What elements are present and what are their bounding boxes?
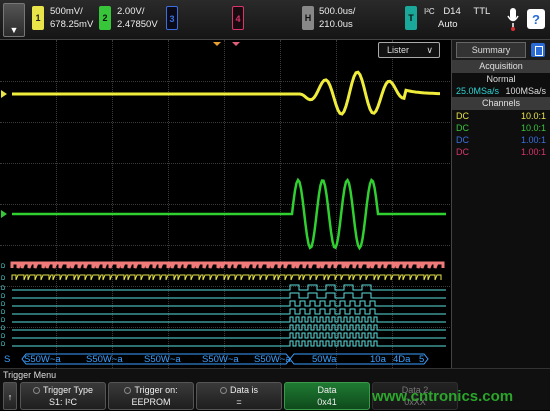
waveform-traces: DDDDDDDDDD xyxy=(1,42,446,365)
bus-packet: S50W~a xyxy=(144,354,181,365)
channel-1-ground-marker xyxy=(1,90,7,98)
acquisition-mode: Normal xyxy=(486,74,516,84)
channel-4-badge[interactable]: 4 xyxy=(232,6,244,30)
trigger-level-label: TTL xyxy=(473,6,491,17)
bus-packet: 10a xyxy=(370,354,386,365)
help-icon[interactable]: ? xyxy=(526,8,546,30)
watermark: www.cntronics.com xyxy=(372,388,514,405)
digital-channel-trace xyxy=(12,308,446,315)
chevron-down-icon: ∨ xyxy=(426,45,433,55)
channel-1-trace xyxy=(12,70,440,116)
trigger-position-marker xyxy=(213,42,221,46)
digital-channel-trace xyxy=(12,316,446,323)
back-button[interactable]: ↑ xyxy=(3,382,17,410)
knob-icon xyxy=(124,387,132,394)
horizontal-settings[interactable]: 500.0us/ 210.0us xyxy=(319,5,355,31)
digital-channel-marker: D xyxy=(1,286,6,292)
softkey-trigger-on[interactable]: Trigger on: EEPROM xyxy=(108,382,194,410)
menu-title: Trigger Menu xyxy=(3,370,57,380)
max-sample-rate: 100MSa/s xyxy=(505,86,546,96)
sample-rate: 25.0MSa/s xyxy=(456,86,500,96)
digital-channel-marker: D xyxy=(1,276,6,282)
digital-channel-marker: D xyxy=(1,342,6,348)
bus-packet: S50W~a xyxy=(24,354,61,365)
main-menu-button[interactable]: ▼ xyxy=(3,3,25,37)
knob-icon xyxy=(32,387,40,394)
channel-3-row: DC 1.00:1 xyxy=(456,135,546,145)
trigger-badge[interactable]: T xyxy=(405,6,417,30)
delay-value: 210.0us xyxy=(319,19,353,30)
digital-channel-trace xyxy=(12,332,446,339)
channel-4-row: DC 1.00:1 xyxy=(456,147,546,157)
acquisition-header: Acquisition xyxy=(452,60,550,73)
digital-channel-trace xyxy=(12,340,446,347)
microphone-icon[interactable] xyxy=(505,6,521,32)
softkey-trigger-type[interactable]: Trigger Type S1: I²C xyxy=(20,382,106,410)
digital-channel-marker: D xyxy=(1,334,6,340)
channel-2-trace xyxy=(12,177,446,251)
summary-panel: Summary Acquisition Normal 25.0MSa/s 100… xyxy=(451,40,550,368)
channel-2-scale: 2.00V/ xyxy=(117,6,145,17)
digital-channel-marker: D xyxy=(1,302,6,308)
trigger-mode-label: Auto xyxy=(438,19,458,30)
channel-2-row: DC 10.0:1 xyxy=(456,123,546,133)
status-bar: ▼ 1 500mV/ 678.25mV 2 2.00V/ 2.47850V 3 … xyxy=(0,0,550,40)
serial-decode-bus: S S50W~a S50W~a S50W~a S50W~a S50W~a 50W… xyxy=(4,353,450,366)
digital-channel-trace xyxy=(11,274,442,281)
trigger-settings[interactable]: I²C D14 TTL Auto xyxy=(424,5,499,31)
digital-channel-trace xyxy=(12,324,446,331)
svg-text:?: ? xyxy=(532,12,540,27)
digital-channel-marker: D xyxy=(1,294,6,300)
digital-channel-marker: D xyxy=(1,326,6,332)
bus-packet: 5 xyxy=(419,354,425,365)
bus-packet: S50W~a xyxy=(254,354,291,365)
channel-4-marker xyxy=(232,42,240,46)
channels-header: Channels xyxy=(452,97,550,110)
channel-1-offset: 678.25mV xyxy=(50,19,94,30)
channel-1-scale: 500mV/ xyxy=(50,6,83,17)
trigger-source-label: D14 xyxy=(443,6,461,17)
document-icon[interactable] xyxy=(531,43,545,57)
channel-2-ground-marker xyxy=(1,210,7,218)
digital-channels: DDDDDDDDDD xyxy=(1,261,446,365)
channel-1-settings[interactable]: 500mV/ 678.25mV xyxy=(50,5,93,31)
softkey-data-is[interactable]: Data is = xyxy=(196,382,282,410)
horizontal-badge[interactable]: H xyxy=(302,6,314,30)
bus-packet: S50W~a xyxy=(86,354,123,365)
channel-2-offset: 2.47850V xyxy=(117,19,158,30)
digital-channel-trace xyxy=(12,292,446,299)
channel-2-badge[interactable]: 2 xyxy=(99,6,111,30)
digital-channel-marker: D xyxy=(1,264,6,270)
digital-channel-marker: D xyxy=(1,310,6,316)
channel-1-row: DC 10.0:1 xyxy=(456,111,546,121)
digital-channel-trace xyxy=(12,284,446,291)
bus-packet: 50Wa xyxy=(312,354,337,365)
sample-rate-row: 25.0MSa/s 100MSa/s xyxy=(452,85,550,97)
channel-1-badge[interactable]: 1 xyxy=(32,6,44,30)
knob-icon xyxy=(219,387,227,394)
timebase-value: 500.0us/ xyxy=(319,6,356,17)
channel-2-settings[interactable]: 2.00V/ 2.47850V xyxy=(117,5,158,31)
softkey-data[interactable]: Data 0x41 xyxy=(284,382,370,410)
waveform-display[interactable]: DDDDDDDDDD Lister ∨ S S50W~a S50W~a S50W~… xyxy=(0,40,450,368)
digital-channel-trace xyxy=(10,261,445,269)
trigger-type-label: I²C xyxy=(424,7,435,16)
channel-3-badge[interactable]: 3 xyxy=(166,6,178,30)
summary-tab[interactable]: Summary xyxy=(456,42,526,58)
digital-channel-trace xyxy=(12,300,446,307)
bus-packet: S50W~a xyxy=(202,354,239,365)
digital-channel-marker: D xyxy=(1,318,6,324)
bus-label: S xyxy=(4,354,11,365)
lister-button[interactable]: Lister ∨ xyxy=(378,42,440,58)
bus-packet: 4Da xyxy=(393,354,411,365)
